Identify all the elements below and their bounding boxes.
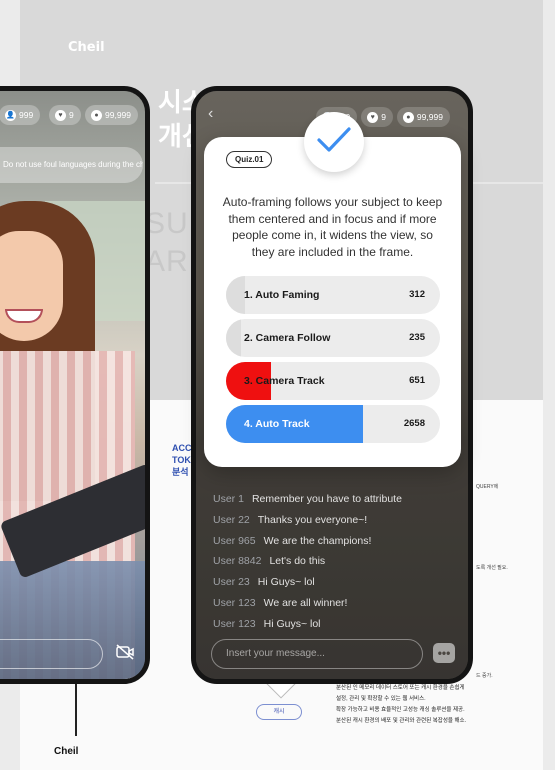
- chat-text: Hi Guys~ lol: [257, 576, 315, 589]
- document-footer-logo: Cheil: [54, 746, 79, 757]
- vote-bar: [226, 276, 246, 314]
- option-count: 2658: [403, 418, 425, 429]
- message-input[interactable]: Insert your message...: [211, 639, 423, 669]
- chat-message: User 23 Hi Guys~ lol: [213, 572, 463, 593]
- chat-username: User 22: [213, 513, 250, 526]
- quiz-question: Auto-framing follows your subject to kee…: [222, 195, 443, 259]
- chat-text: We are all winner!: [263, 596, 348, 609]
- vote-bar: [226, 319, 241, 357]
- chat-bubble-icon[interactable]: •••: [433, 643, 455, 663]
- chat-message: User 123 We are all winner!: [213, 593, 463, 614]
- quiz-option[interactable]: 1. Auto Faming 312: [226, 276, 440, 314]
- check-icon: [304, 112, 364, 172]
- chat-text: Let's do this: [269, 555, 326, 568]
- quiz-option[interactable]: 4. Auto Track 2658: [226, 405, 440, 443]
- chat-text: Thanks you everyone~!: [257, 513, 368, 526]
- chat-username: User 123: [213, 596, 256, 609]
- left-phone: 👤 999 ♥ 9 ● 99,999 Do not use foul language…: [0, 86, 150, 684]
- coin-icon: ●: [402, 112, 414, 124]
- stage: Cheil 시스 개선 SUM ARD ACC TOK 분석 QUERY에 도록…: [0, 0, 555, 770]
- chat-text: We are the champions!: [263, 534, 372, 547]
- user-icon: 👤: [5, 110, 16, 122]
- option-label: 1. Auto Faming: [244, 289, 320, 301]
- quiz-tag: Quiz.01: [226, 151, 273, 168]
- option-label: 4. Auto Track: [244, 418, 310, 430]
- flow-chip: 캐시: [256, 704, 302, 720]
- message-input[interactable]: [0, 639, 103, 669]
- option-count: 651: [409, 375, 425, 386]
- chat-text: Hi Guys~ lol: [263, 617, 321, 630]
- chat-message: User 123 Hi Guys~ lol: [213, 614, 463, 635]
- chat-username: User 123: [213, 617, 256, 630]
- document-section-title: ACC TOK 분석: [172, 443, 192, 477]
- heart-icon: ♥: [367, 112, 379, 124]
- back-icon[interactable]: ‹: [208, 105, 213, 123]
- video-person-face: [0, 231, 63, 341]
- chat-message: User 1 Remember you have to attribute: [213, 489, 463, 510]
- document-side-notes: QUERY에 도록 개선 필요. 드 증가.: [476, 484, 508, 679]
- chat-username: User 23: [213, 576, 250, 589]
- option-count: 235: [409, 332, 425, 343]
- quiz-option[interactable]: 2. Camera Follow 235: [226, 319, 440, 357]
- quiz-card: Quiz.01 Auto-framing follows your subjec…: [204, 137, 461, 467]
- option-label: 2. Camera Follow: [244, 332, 331, 344]
- like-count: ♥ 9: [49, 105, 81, 125]
- coin-icon: ●: [91, 110, 102, 122]
- chat-list: User 1 Remember you have to attribute Use…: [213, 489, 463, 635]
- quiz-option[interactable]: 3. Camera Track 651: [226, 362, 440, 400]
- heart-icon: ♥: [55, 110, 66, 122]
- chat-username: User 8842: [213, 555, 262, 568]
- chat-text: Remember you have to attribute: [251, 493, 402, 505]
- coin-count: ● 99,999: [396, 107, 450, 127]
- chat-notice: Do not use foul languages during the cha…: [0, 147, 143, 183]
- viewer-count: 👤999: [0, 105, 41, 125]
- camera-off-icon[interactable]: [115, 644, 135, 660]
- document-logo: Cheil: [68, 40, 105, 55]
- coin-count: ● 99,999: [85, 105, 138, 125]
- chat-username: User 965: [213, 534, 256, 547]
- chat-message: User 965 We are the champions!: [213, 531, 463, 552]
- like-count: ♥ 9: [361, 107, 393, 127]
- chat-message: User 22 Thanks you everyone~!: [213, 510, 463, 531]
- document-vertical-line: [75, 680, 77, 736]
- option-label: 3. Camera Track: [244, 375, 325, 387]
- chat-username: User 1: [213, 493, 244, 505]
- chat-message: User 8842 Let's do this: [213, 551, 463, 572]
- option-count: 312: [409, 289, 425, 300]
